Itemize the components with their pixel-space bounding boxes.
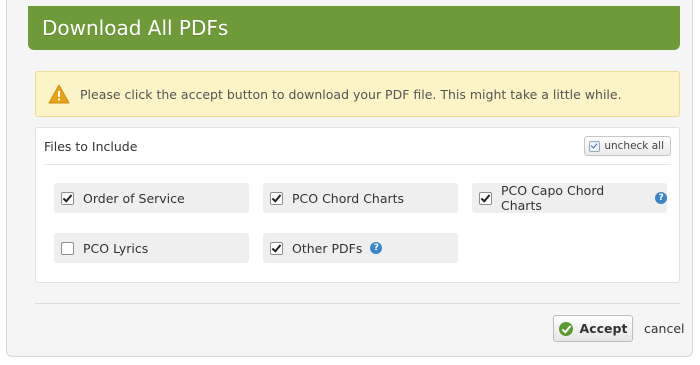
option-pco-lyrics[interactable]: PCO Lyrics [54, 233, 249, 263]
checkbox[interactable] [270, 241, 283, 255]
option-pco-chord-charts[interactable]: PCO Chord Charts [263, 183, 458, 213]
option-label: PCO Capo Chord Charts [501, 183, 605, 213]
help-icon[interactable]: ? [370, 242, 383, 254]
alert-banner: Please click the accept button to downlo… [35, 71, 680, 117]
accept-button[interactable]: Accept [553, 315, 633, 342]
checkbox[interactable] [61, 191, 74, 205]
option-label: Other PDFs [292, 240, 363, 256]
option-other-pdfs[interactable]: Other PDFs ? [263, 233, 458, 263]
option-label: PCO Chord Charts [292, 190, 405, 206]
check-circle-icon [558, 321, 573, 336]
uncheck-all-label: uncheck all [604, 140, 664, 152]
accept-label: Accept [579, 321, 628, 336]
dialog-header: Download All PDFs [28, 6, 680, 50]
checkbox[interactable] [479, 191, 492, 205]
option-order-of-service[interactable]: Order of Service [54, 183, 249, 213]
files-panel-header: Files to Include uncheck all [44, 128, 671, 165]
dialog-title: Download All PDFs [42, 16, 229, 40]
files-panel: Files to Include uncheck all Order of Se… [35, 127, 680, 283]
option-pco-capo-chord-charts[interactable]: PCO Capo Chord Charts ? [472, 183, 667, 213]
download-dialog: Download All PDFs Please click the accep… [6, 0, 693, 357]
checkbox[interactable] [270, 191, 283, 205]
alert-message: Please click the accept button to downlo… [80, 86, 622, 102]
files-heading: Files to Include [44, 138, 138, 154]
uncheck-all-button[interactable]: uncheck all [584, 136, 671, 156]
warning-icon [48, 84, 70, 104]
help-icon[interactable]: ? [655, 192, 667, 204]
option-label: PCO Lyrics [83, 240, 149, 256]
footer-divider [35, 303, 680, 304]
option-label: Order of Service [83, 190, 185, 206]
checkbox[interactable] [61, 241, 74, 255]
cancel-link[interactable]: cancel [644, 321, 685, 336]
checkbox-icon [589, 140, 601, 152]
